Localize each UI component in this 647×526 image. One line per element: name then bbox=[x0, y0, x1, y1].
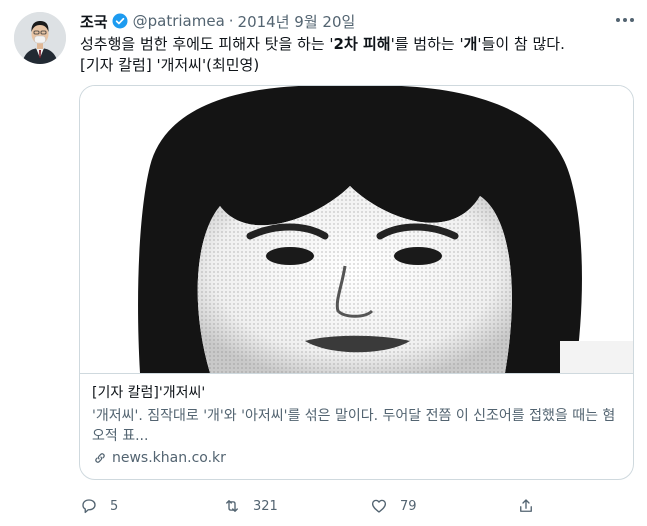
card-domain[interactable]: news.khan.co.kr bbox=[92, 449, 622, 467]
retweet-count: 321 bbox=[253, 498, 278, 514]
tweet-text-bold: 2차 피해 bbox=[333, 35, 391, 53]
tweet-text-bold: 개 bbox=[463, 35, 478, 53]
tweet-header: 조국 @patriamea · 2014년 9월 20일 bbox=[80, 10, 355, 32]
author-name[interactable]: 조국 bbox=[80, 11, 108, 32]
tweet-text: 성추행을 범한 후에도 피해자 탓을 하는 '2차 피해'를 범하는 '개'들이… bbox=[80, 34, 565, 76]
share-button[interactable] bbox=[517, 492, 535, 520]
more-icon[interactable] bbox=[612, 10, 638, 30]
card-title[interactable]: [기자 칼럼]'개저씨' bbox=[92, 384, 622, 402]
author-handle[interactable]: @patriamea bbox=[133, 12, 225, 30]
card-image bbox=[80, 86, 633, 374]
link-icon bbox=[95, 453, 105, 463]
avatar[interactable] bbox=[14, 12, 66, 64]
tweet-text-segment: '들이 참 많다. bbox=[477, 35, 565, 53]
tweet-text-line-2: [기자 칼럼] '개저씨'(최민영) bbox=[80, 56, 260, 74]
share-icon bbox=[520, 499, 532, 512]
retweet-icon bbox=[226, 500, 238, 512]
reply-button[interactable]: 5 bbox=[80, 492, 118, 520]
action-bar: 5 321 79 bbox=[80, 492, 633, 520]
separator-dot: · bbox=[228, 12, 234, 30]
like-button[interactable]: 79 bbox=[370, 492, 417, 520]
avatar-image bbox=[14, 12, 66, 64]
tweet-text-line-1: 성추행을 범한 후에도 피해자 탓을 하는 '2차 피해'를 범하는 '개'들이… bbox=[80, 34, 565, 55]
reply-count: 5 bbox=[110, 498, 119, 514]
tweet-date[interactable]: 2014년 9월 20일 bbox=[238, 11, 356, 32]
tweet-text-segment: 성추행을 범한 후에도 피해자 탓을 하는 ' bbox=[80, 35, 334, 53]
tweet-text-segment: '를 범하는 ' bbox=[390, 35, 464, 53]
card-body: [기자 칼럼]'개저씨' '개저씨'. 짐작대로 '개'와 '아저씨'를 섞은 … bbox=[92, 384, 622, 467]
like-count: 79 bbox=[400, 498, 417, 514]
retweet-button[interactable]: 321 bbox=[223, 492, 278, 520]
reply-icon bbox=[82, 499, 96, 514]
like-icon bbox=[371, 499, 387, 513]
verified-badge-icon bbox=[112, 13, 128, 29]
card-domain-text: news.khan.co.kr bbox=[112, 450, 226, 466]
link-card[interactable]: [기자 칼럼]'개저씨' '개저씨'. 짐작대로 '개'와 '아저씨'를 섞은 … bbox=[79, 85, 634, 480]
card-description: '개저씨'. 짐작대로 '개'와 '아저씨'를 섞은 말이다. 두어달 전쯤 이… bbox=[92, 408, 616, 444]
